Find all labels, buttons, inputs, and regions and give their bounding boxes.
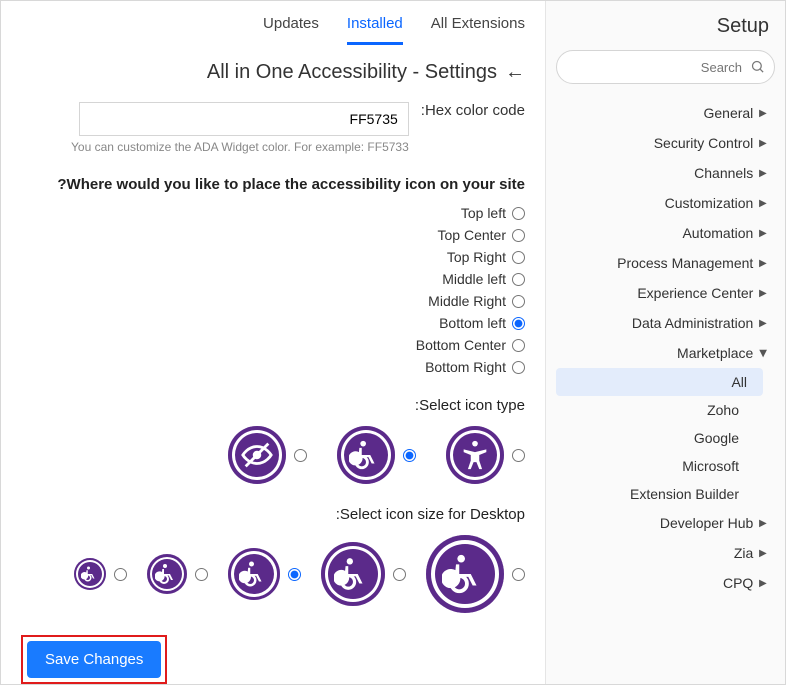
eye-slash-icon [228, 426, 286, 484]
sidebar-search [556, 50, 775, 84]
nav-channels[interactable]: ◀Channels [556, 158, 775, 188]
main-panel: All Extensions Installed Updates ← All i… [1, 1, 545, 684]
icon-size-3[interactable] [228, 548, 301, 600]
save-highlight: Save Changes [21, 635, 167, 684]
placement-top-right[interactable]: Top Right [21, 249, 525, 265]
placement-bottom-left[interactable]: Bottom left [21, 315, 525, 331]
icon-type-b[interactable] [337, 426, 416, 484]
nav-label: Developer Hub [660, 515, 753, 531]
nav-marketplace-zoho[interactable]: Zoho [556, 396, 747, 424]
icon-size-4[interactable] [147, 554, 208, 594]
nav-process-management[interactable]: ◀Process Management [556, 248, 775, 278]
wheelchair-icon [321, 542, 385, 606]
setup-sidebar: Setup ◀General ◀Security Control ◀Channe… [545, 1, 785, 684]
nav-marketplace-microsoft[interactable]: Microsoft [556, 452, 747, 480]
nav-marketplace-google[interactable]: Google [556, 424, 747, 452]
hex-help-text: You can customize the ADA Widget color. … [21, 140, 409, 154]
back-arrow-icon[interactable]: ← [505, 61, 525, 84]
nav-marketplace-extension-builder[interactable]: Extension Builder [556, 480, 747, 508]
accessibility-person-icon [446, 426, 504, 484]
sidebar-title: Setup [556, 15, 769, 38]
nav-label: Experience Center [637, 285, 753, 301]
placement-top-left[interactable]: Top left [21, 205, 525, 221]
nav-label: Security Control [654, 135, 754, 151]
tab-all-extensions[interactable]: All Extensions [431, 15, 525, 45]
icon-type-a[interactable] [446, 426, 525, 484]
nav-marketplace[interactable]: ◀Marketplace [556, 338, 775, 368]
nav-cpq[interactable]: ◀CPQ [556, 568, 775, 598]
wheelchair-icon [426, 535, 504, 613]
nav-customization[interactable]: ◀Customization [556, 188, 775, 218]
placement-bottom-right[interactable]: Bottom Right [21, 359, 525, 375]
icon-size-options [21, 535, 525, 613]
nav-experience-center[interactable]: ◀Experience Center [556, 278, 775, 308]
nav-label: Automation [682, 225, 753, 241]
save-button[interactable]: Save Changes [27, 641, 161, 678]
wheelchair-icon [147, 554, 187, 594]
placement-bottom-center[interactable]: Bottom Center [21, 337, 525, 353]
hex-color-input[interactable] [79, 102, 409, 136]
nav-security-control[interactable]: ◀Security Control [556, 128, 775, 158]
nav-label: Marketplace [677, 345, 753, 361]
breadcrumb: ← All in One Accessibility - Settings [21, 61, 525, 84]
placement-middle-right[interactable]: Middle Right [21, 293, 525, 309]
icon-size-1[interactable] [426, 535, 525, 613]
icon-size-label: Select icon size for Desktop: [21, 506, 525, 523]
icon-type-options [21, 426, 525, 484]
search-icon [750, 59, 765, 77]
nav-label: Data Administration [632, 315, 753, 331]
nav-general[interactable]: ◀General [556, 98, 775, 128]
placement-middle-left[interactable]: Middle left [21, 271, 525, 287]
nav-label: Zia [734, 545, 753, 561]
wheelchair-icon [228, 548, 280, 600]
action-bar: Save Changes [21, 635, 525, 684]
page-title: All in One Accessibility - Settings [207, 61, 497, 84]
search-input[interactable] [556, 50, 775, 84]
tabs: All Extensions Installed Updates [21, 1, 525, 45]
nav-zia[interactable]: ◀Zia [556, 538, 775, 568]
placement-options: Top left Top Center Top Right Middle lef… [21, 205, 525, 375]
icon-type-label: Select icon type: [21, 397, 525, 414]
nav-developer-hub[interactable]: ◀Developer Hub [556, 508, 775, 538]
nav-label: General [703, 105, 753, 121]
wheelchair-icon [337, 426, 395, 484]
wheelchair-icon [74, 558, 106, 590]
nav-label: Customization [665, 195, 754, 211]
tab-updates[interactable]: Updates [263, 15, 319, 45]
nav-automation[interactable]: ◀Automation [556, 218, 775, 248]
nav-label: Process Management [617, 255, 753, 271]
placement-top-center[interactable]: Top Center [21, 227, 525, 243]
nav-label: CPQ [723, 575, 753, 591]
icon-size-5[interactable] [74, 558, 127, 590]
placement-question: Where would you like to place the access… [21, 176, 525, 193]
nav-label: Channels [694, 165, 753, 181]
tab-installed[interactable]: Installed [347, 15, 403, 45]
icon-size-2[interactable] [321, 542, 406, 606]
icon-type-c[interactable] [228, 426, 307, 484]
hex-color-label: Hex color code: [421, 102, 525, 119]
nav-data-administration[interactable]: ◀Data Administration [556, 308, 775, 338]
nav-marketplace-all[interactable]: All [556, 368, 763, 396]
